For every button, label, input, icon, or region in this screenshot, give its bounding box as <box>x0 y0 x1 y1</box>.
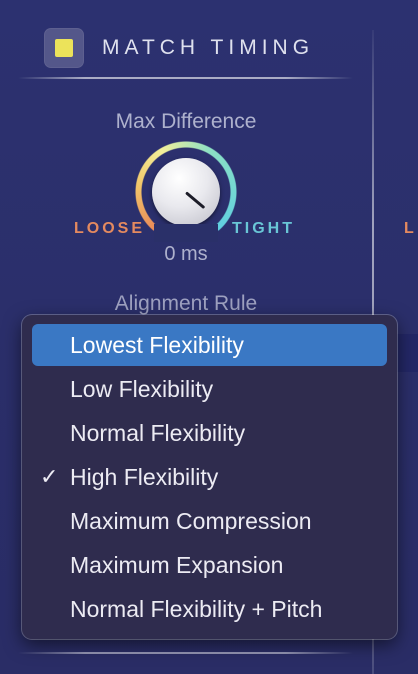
menu-item-maximum-expansion[interactable]: Maximum Expansion <box>32 544 387 586</box>
knob-cap <box>152 158 220 226</box>
menu-item-label: Lowest Flexibility <box>70 331 244 358</box>
checkmark-icon: ✓ <box>40 464 59 489</box>
knob-gap <box>154 224 218 242</box>
loose-label: LOOSE <box>74 220 146 237</box>
menu-item-label: Maximum Expansion <box>70 551 284 578</box>
toggle-indicator <box>55 39 73 57</box>
menu-item-maximum-compression[interactable]: Maximum Compression <box>32 500 387 542</box>
menu-item-lowest-flexibility[interactable]: Lowest Flexibility <box>32 324 387 366</box>
menu-item-high-flexibility[interactable]: ✓ High Flexibility <box>32 456 387 498</box>
max-difference-label: Max Difference <box>115 110 257 133</box>
section-title: MATCH TIMING <box>102 36 315 59</box>
knob-pointer <box>185 191 206 210</box>
right-panel-label: L <box>404 220 414 237</box>
match-timing-toggle[interactable] <box>44 28 84 68</box>
menu-item-label: Normal Flexibility <box>70 419 246 446</box>
menu-item-label: High Flexibility <box>70 463 219 490</box>
alignment-rule-menu: Lowest Flexibility Low Flexibility Norma… <box>22 315 397 639</box>
match-timing-header: MATCH TIMING <box>44 28 314 68</box>
menu-item-low-flexibility[interactable]: Low Flexibility <box>32 368 387 410</box>
menu-item-label: Normal Flexibility + Pitch <box>70 595 323 622</box>
bottom-divider <box>18 652 353 654</box>
menu-item-normal-flexibility[interactable]: Normal Flexibility <box>32 412 387 454</box>
menu-item-normal-flexibility-pitch[interactable]: Normal Flexibility + Pitch <box>32 588 387 630</box>
menu-item-label: Maximum Compression <box>70 507 312 534</box>
header-divider <box>18 77 353 79</box>
tight-label: TIGHT <box>232 220 295 237</box>
menu-item-label: Low Flexibility <box>70 375 214 402</box>
max-difference-value: 0 ms <box>164 243 208 265</box>
alignment-rule-label: Alignment Rule <box>114 292 258 315</box>
